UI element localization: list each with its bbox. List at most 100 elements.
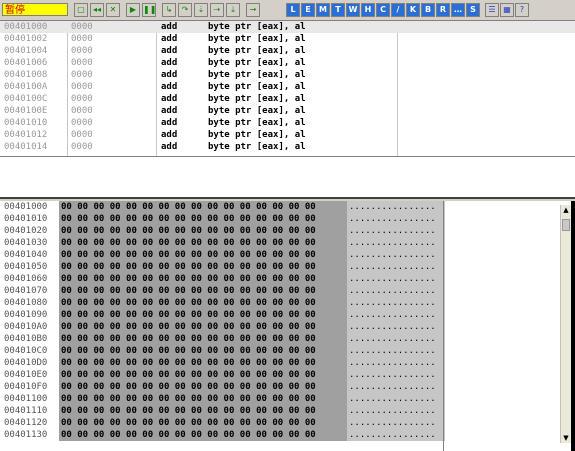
restart-icon[interactable]: ◂◂ <box>90 3 104 17</box>
dump-address: 00401030 <box>4 238 48 248</box>
dump-hex-bytes: 00 00 00 00 00 00 00 00 00 00 00 00 00 0… <box>59 249 347 261</box>
trace-over-icon[interactable]: ⇢ <box>210 3 224 17</box>
dump-address: 004010E0 <box>4 370 48 380</box>
window-button-6[interactable]: C <box>376 3 390 17</box>
dump-row[interactable]: 00401080 00 00 00 00 00 00 00 00 00 00 00… <box>0 297 575 309</box>
dump-hex-bytes: 00 00 00 00 00 00 00 00 00 00 00 00 00 0… <box>59 333 347 345</box>
window-button-10[interactable]: R <box>436 3 450 17</box>
goto-icon[interactable]: → <box>246 3 260 17</box>
dump-row[interactable]: 004010C0 00 00 00 00 00 00 00 00 00 00 00… <box>0 345 575 357</box>
window-button-8[interactable]: K <box>406 3 420 17</box>
dump-scrollbar[interactable]: ▲ ▼ <box>560 205 571 443</box>
help-icon[interactable]: ? <box>515 3 529 17</box>
dump-address: 00401010 <box>4 214 48 224</box>
memory-dump-pane[interactable]: 00401000 00 00 00 00 00 00 00 00 00 00 00… <box>0 201 575 451</box>
trace-into-icon[interactable]: ⇣ <box>194 3 208 17</box>
dump-row[interactable]: 00401020 00 00 00 00 00 00 00 00 00 00 00… <box>0 225 575 237</box>
dump-row[interactable]: 00401090 00 00 00 00 00 00 00 00 00 00 00… <box>0 309 575 321</box>
disasm-row[interactable]: 00401002 0000 add byte ptr [eax], al <box>0 33 575 45</box>
disasm-operands: byte ptr [eax], al <box>208 94 306 104</box>
disasm-mnemonic: add <box>161 46 178 56</box>
dump-row[interactable]: 00401100 00 00 00 00 00 00 00 00 00 00 00… <box>0 393 575 405</box>
disasm-mnemonic: add <box>161 130 178 140</box>
disasm-addr: 00401004 <box>4 46 48 56</box>
disasm-row[interactable]: 00401006 0000 add byte ptr [eax], al <box>0 57 575 69</box>
disasm-row[interactable]: 00401012 0000 add byte ptr [eax], al <box>0 129 575 141</box>
dump-hex-bytes: 00 00 00 00 00 00 00 00 00 00 00 00 00 0… <box>59 405 347 417</box>
dump-row[interactable]: 004010E0 00 00 00 00 00 00 00 00 00 00 00… <box>0 369 575 381</box>
window-button-7[interactable]: / <box>391 3 405 17</box>
scroll-up-icon[interactable]: ▲ <box>561 205 571 215</box>
disasm-addr: 0040100A <box>4 82 48 92</box>
dump-row[interactable]: 00401060 00 00 00 00 00 00 00 00 00 00 00… <box>0 273 575 285</box>
dump-hex-bytes: 00 00 00 00 00 00 00 00 00 00 00 00 00 0… <box>59 357 347 369</box>
window-button-11[interactable]: … <box>451 3 465 17</box>
dump-row[interactable]: 00401120 00 00 00 00 00 00 00 00 00 00 00… <box>0 417 575 429</box>
disasm-operands: byte ptr [eax], al <box>208 82 306 92</box>
open-icon[interactable]: ▢ <box>74 3 88 17</box>
dump-ascii: ................ <box>347 201 445 213</box>
dump-ascii: ................ <box>347 429 445 441</box>
step-over-icon[interactable]: ↷ <box>178 3 192 17</box>
dump-row[interactable]: 00401010 00 00 00 00 00 00 00 00 00 00 00… <box>0 213 575 225</box>
dump-row[interactable]: 00401050 00 00 00 00 00 00 00 00 00 00 00… <box>0 261 575 273</box>
dump-hex-bytes: 00 00 00 00 00 00 00 00 00 00 00 00 00 0… <box>59 297 347 309</box>
disasm-hex: 0000 <box>71 94 93 104</box>
close-icon[interactable]: ✕ <box>106 3 120 17</box>
disasm-operands: byte ptr [eax], al <box>208 118 306 128</box>
window-button-9[interactable]: B <box>421 3 435 17</box>
disasm-row[interactable]: 0040100E 0000 add byte ptr [eax], al <box>0 105 575 117</box>
disasm-operands: byte ptr [eax], al <box>208 142 306 152</box>
disasm-mnemonic: add <box>161 118 178 128</box>
window-button-12[interactable]: S <box>466 3 480 17</box>
options-icon[interactable]: ▦ <box>500 3 514 17</box>
dump-row[interactable]: 00401130 00 00 00 00 00 00 00 00 00 00 00… <box>0 429 575 441</box>
dump-splitter[interactable] <box>443 201 444 451</box>
dump-row[interactable]: 00401000 00 00 00 00 00 00 00 00 00 00 00… <box>0 201 575 213</box>
window-button-5[interactable]: H <box>361 3 375 17</box>
dump-row[interactable]: 00401110 00 00 00 00 00 00 00 00 00 00 00… <box>0 405 575 417</box>
window-button-2[interactable]: M <box>316 3 330 17</box>
dump-hex-bytes: 00 00 00 00 00 00 00 00 00 00 00 00 00 0… <box>59 213 347 225</box>
disasm-hex: 0000 <box>71 142 93 152</box>
dump-hex-bytes: 00 00 00 00 00 00 00 00 00 00 00 00 00 0… <box>59 429 347 441</box>
disasm-row[interactable]: 00401008 0000 add byte ptr [eax], al <box>0 69 575 81</box>
disasm-hex: 0000 <box>71 58 93 68</box>
scroll-thumb[interactable] <box>562 219 570 231</box>
scroll-down-icon[interactable]: ▼ <box>561 433 571 443</box>
dump-row[interactable]: 004010B0 00 00 00 00 00 00 00 00 00 00 00… <box>0 333 575 345</box>
pause-icon[interactable]: ❚❚ <box>142 3 156 17</box>
window-button-0[interactable]: L <box>286 3 300 17</box>
disasm-row[interactable]: 00401014 0000 add byte ptr [eax], al <box>0 141 575 153</box>
dump-ascii: ................ <box>347 225 445 237</box>
dump-row[interactable]: 004010A0 00 00 00 00 00 00 00 00 00 00 00… <box>0 321 575 333</box>
toolbar: 暂停 ▢ ◂◂ ✕ ▶ ❚❚ ↳ ↷ ⇣ ⇢ ⤓ → L E M T W H C / K B R… S ☰ ▦? <box>0 0 575 21</box>
step-into-icon[interactable]: ↳ <box>162 3 176 17</box>
dump-hex-bytes: 00 00 00 00 00 00 00 00 00 00 00 00 00 0… <box>59 225 347 237</box>
dump-row[interactable]: 004010F0 00 00 00 00 00 00 00 00 00 00 00… <box>0 381 575 393</box>
disasm-mnemonic: add <box>161 34 178 44</box>
disassembly-pane[interactable]: 00401000 0000 add byte ptr [eax], al 0040100… <box>0 21 575 157</box>
disasm-hex: 0000 <box>71 46 93 56</box>
dump-row[interactable]: 004010D0 00 00 00 00 00 00 00 00 00 00 00… <box>0 357 575 369</box>
disasm-row[interactable]: 00401000 0000 add byte ptr [eax], al <box>0 21 575 33</box>
disasm-row[interactable]: 0040100C 0000 add byte ptr [eax], al <box>0 93 575 105</box>
disasm-row[interactable]: 00401004 0000 add byte ptr [eax], al <box>0 45 575 57</box>
disasm-row[interactable]: 00401010 0000 add byte ptr [eax], al <box>0 117 575 129</box>
disasm-mnemonic: add <box>161 142 178 152</box>
dump-address: 00401090 <box>4 310 48 320</box>
dump-hex-bytes: 00 00 00 00 00 00 00 00 00 00 00 00 00 0… <box>59 393 347 405</box>
dump-row[interactable]: 00401070 00 00 00 00 00 00 00 00 00 00 00… <box>0 285 575 297</box>
disasm-addr: 00401010 <box>4 118 48 128</box>
disasm-row[interactable]: 0040100A 0000 add byte ptr [eax], al <box>0 81 575 93</box>
dump-address: 00401110 <box>4 406 48 416</box>
window-button-3[interactable]: T <box>331 3 345 17</box>
window-button-4[interactable]: W <box>346 3 360 17</box>
disasm-addr: 00401012 <box>4 130 48 140</box>
dump-row[interactable]: 00401040 00 00 00 00 00 00 00 00 00 00 00… <box>0 249 575 261</box>
dump-row[interactable]: 00401030 00 00 00 00 00 00 00 00 00 00 00… <box>0 237 575 249</box>
run-icon[interactable]: ▶ <box>126 3 140 17</box>
list-icon[interactable]: ☰ <box>485 3 499 17</box>
execute-till-return-icon[interactable]: ⤓ <box>226 3 240 17</box>
window-button-1[interactable]: E <box>301 3 315 17</box>
